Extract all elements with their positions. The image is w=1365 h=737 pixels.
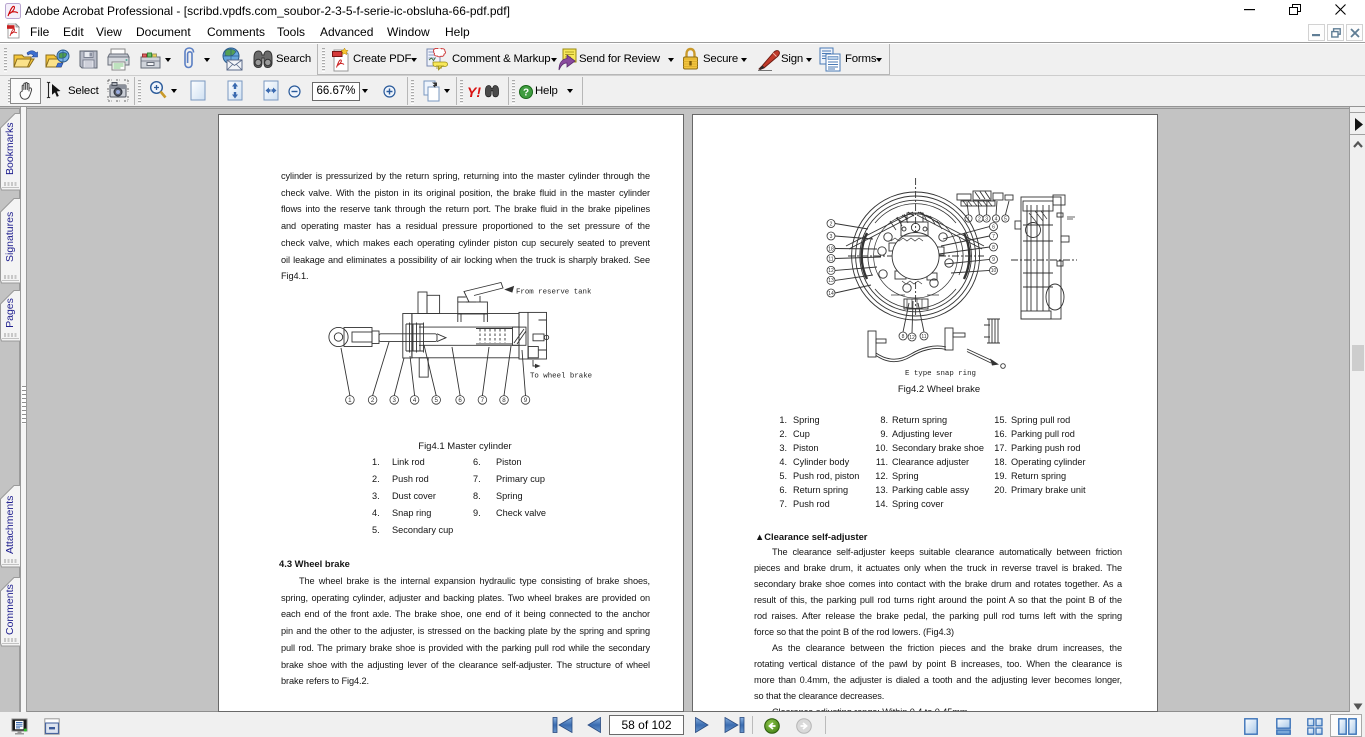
svg-text:7: 7: [481, 397, 485, 404]
svg-text:1: 1: [348, 397, 352, 404]
svg-text:12: 12: [828, 268, 834, 274]
svg-text:3: 3: [985, 216, 988, 222]
svg-text:11: 11: [921, 334, 926, 340]
svg-text:3: 3: [392, 397, 396, 404]
svg-text:14: 14: [828, 291, 834, 297]
svg-text:18: 18: [828, 246, 834, 252]
svg-text:2: 2: [830, 221, 833, 227]
svg-text:5: 5: [1004, 216, 1007, 222]
svg-text:7: 7: [992, 234, 995, 240]
svg-text:8: 8: [992, 245, 995, 251]
svg-text:From reserve tank: From reserve tank: [516, 289, 592, 297]
svg-text:13: 13: [828, 278, 834, 284]
svg-text:5: 5: [434, 397, 438, 404]
svg-text:6: 6: [992, 224, 995, 230]
svg-text:2: 2: [371, 397, 375, 404]
svg-text:4: 4: [413, 397, 417, 404]
svg-text:11: 11: [828, 256, 833, 262]
svg-text:?: ?: [523, 88, 529, 99]
svg-text:8: 8: [502, 397, 506, 404]
svg-text:9: 9: [992, 257, 995, 263]
svg-text:4: 4: [995, 216, 998, 222]
svg-text:6: 6: [458, 397, 462, 404]
svg-text:10: 10: [991, 268, 997, 274]
svg-text:9: 9: [524, 397, 528, 404]
svg-text:To wheel brake: To wheel brake: [530, 373, 592, 381]
svg-text:8: 8: [902, 334, 905, 340]
svg-text:1: 1: [967, 216, 970, 222]
svg-text:E type snap ring: E type snap ring: [905, 370, 976, 378]
svg-text:12: 12: [909, 335, 915, 341]
svg-text:2: 2: [978, 216, 981, 222]
svg-text:3: 3: [830, 234, 833, 240]
